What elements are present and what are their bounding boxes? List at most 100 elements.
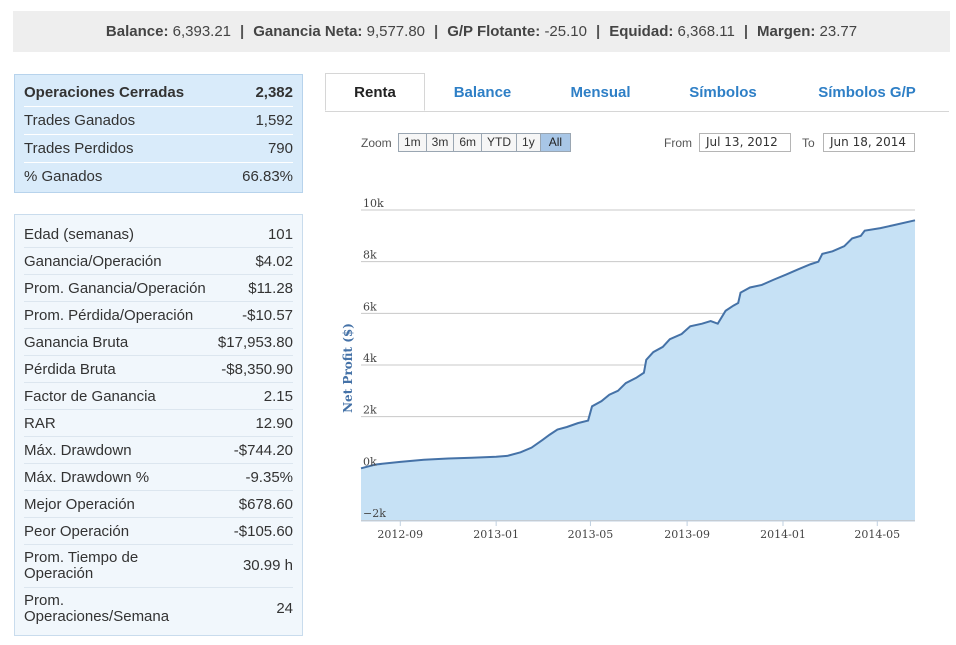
y-tick-label: 6k (363, 300, 377, 313)
profit-area (361, 220, 915, 521)
stat-row: Prom. Operaciones/Semana 24 (24, 588, 293, 630)
floating-pl-label: G/P Flotante: (447, 23, 541, 40)
stat-value: 12.90 (255, 414, 293, 432)
y-tick-label: 10k (363, 197, 384, 210)
stat-row: Ganancia Bruta $17,953.80 (24, 329, 293, 356)
x-tick-label: 2013-05 (568, 528, 614, 541)
floating-pl-value: -25.10 (544, 23, 587, 40)
stat-value: -$105.60 (233, 522, 293, 540)
stat-value: 2,382 (255, 84, 293, 101)
stat-label: Ganancia/Operación (24, 252, 162, 270)
stat-value: $4.02 (255, 252, 293, 270)
stat-row: Prom. Tiempo de Operación 30.99 h (24, 545, 293, 588)
zoom-range-selector: 1m 3m 6m YTD 1y All (398, 133, 572, 152)
tab-balance[interactable]: Balance (435, 73, 530, 111)
stat-value: 30.99 h (242, 557, 293, 574)
zoom-1m-button[interactable]: 1m (399, 134, 427, 151)
to-label: To (802, 136, 815, 150)
from-date-input[interactable]: Jul 13, 2012 (699, 133, 791, 152)
equity-label: Equidad: (609, 23, 674, 40)
stat-label: Máx. Drawdown (24, 441, 132, 459)
zoom-6m-button[interactable]: 6m (454, 134, 483, 151)
stat-label: Prom. Tiempo de Operación (24, 549, 139, 582)
margin-value: 23.77 (819, 23, 858, 40)
stat-value: 24 (276, 600, 293, 617)
x-tick-label: 2014-05 (854, 528, 900, 541)
stat-label: Prom. Operaciones/Semana (24, 592, 170, 625)
tab-renta[interactable]: Renta (325, 73, 425, 111)
stat-label: % Ganados (24, 168, 103, 185)
stat-value: $17,953.80 (217, 333, 293, 351)
net-gain-value: 9,577.80 (366, 23, 425, 40)
stat-label: Prom. Pérdida/Operación (24, 306, 194, 324)
from-label: From (664, 136, 692, 150)
trading-stats-panel: Edad (semanas) 101 Ganancia/Operación $4.0… (14, 214, 303, 636)
stat-row: RAR 12.90 (24, 410, 293, 437)
stat-row: Peor Operación -$105.60 (24, 518, 293, 545)
tab-mensual[interactable]: Mensual (553, 73, 648, 111)
separator: | (434, 23, 439, 40)
stat-value: $678.60 (238, 495, 293, 513)
y-tick-label: 8k (363, 249, 377, 262)
separator: | (595, 23, 601, 40)
stat-label: Pérdida Bruta (24, 360, 116, 378)
stat-value: -9.35% (245, 468, 293, 486)
stat-label: Peor Operación (24, 522, 130, 540)
zoom-3m-button[interactable]: 3m (426, 134, 455, 151)
stat-row: Máx. Drawdown -$744.20 (24, 437, 293, 464)
stat-value: $11.28 (248, 279, 293, 297)
stat-label: RAR (24, 414, 56, 432)
stat-value: -$744.20 (233, 441, 293, 459)
x-tick-label: 2013-09 (664, 528, 710, 541)
y-tick-label: 0k (363, 455, 377, 468)
separator: | (240, 23, 245, 40)
stat-value: 101 (267, 225, 293, 243)
stat-row: % Ganados 66.83% (24, 163, 293, 190)
y-tick-label: 4k (363, 352, 377, 365)
zoom-1y-button[interactable]: 1y (517, 134, 541, 151)
y-axis-title: Net Profit ($) (341, 323, 355, 413)
chart-tabs: Renta Balance Mensual Símbolos Símbolos … (325, 73, 949, 112)
x-tick-label: 2014-01 (760, 528, 806, 541)
zoom-label: Zoom (361, 136, 392, 150)
stat-row: Operaciones Cerradas 2,382 (24, 79, 293, 107)
stat-row: Mejor Operación $678.60 (24, 491, 293, 518)
balance-value: 6,393.21 (172, 23, 232, 40)
stat-label: Máx. Drawdown % (24, 468, 150, 486)
stat-label: Ganancia Bruta (24, 333, 129, 351)
stat-row: Ganancia/Operación $4.02 (24, 248, 293, 275)
equity-value: 6,368.11 (677, 23, 735, 40)
account-summary-bar: Balance: 6,393.21 | Ganancia Neta: 9,577… (13, 11, 950, 52)
stat-value: 790 (267, 140, 293, 157)
stat-label: Trades Perdidos (24, 140, 134, 157)
stat-row: Trades Perdidos 790 (24, 135, 293, 163)
zoom-all-button[interactable]: All (540, 134, 571, 151)
stat-value: 1,592 (255, 112, 293, 129)
zoom-ytd-button[interactable]: YTD (482, 134, 518, 151)
stat-row: Prom. Ganancia/Operación $11.28 (24, 275, 293, 302)
stat-row: Trades Ganados 1,592 (24, 107, 293, 135)
stat-value: -$8,350.90 (221, 360, 293, 378)
margin-label: Margen: (757, 23, 816, 40)
stat-value: -$10.57 (242, 306, 293, 324)
to-date-input[interactable]: Jun 18, 2014 (823, 133, 915, 152)
y-tick-label: 2k (363, 404, 377, 417)
stat-label: Trades Ganados (24, 112, 136, 129)
stat-label: Edad (semanas) (24, 225, 135, 243)
x-tick-label: 2013-01 (473, 528, 519, 541)
y-tick-label: −2k (363, 507, 386, 520)
stat-label: Operaciones Cerradas (24, 84, 185, 101)
tab-simbolos[interactable]: Símbolos (673, 73, 773, 111)
net-gain-label: Ganancia Neta: (253, 23, 363, 40)
x-tick-label: 2012-09 (377, 528, 423, 541)
stat-label: Factor de Ganancia (24, 387, 156, 405)
stat-row: Factor de Ganancia 2.15 (24, 383, 293, 410)
stat-row: Pérdida Bruta -$8,350.90 (24, 356, 293, 383)
stat-row: Prom. Pérdida/Operación -$10.57 (24, 302, 293, 329)
stat-value: 2.15 (263, 387, 293, 405)
stat-row: Máx. Drawdown % -9.35% (24, 464, 293, 491)
tab-simbolos-gp[interactable]: Símbolos G/P (807, 73, 927, 111)
net-profit-chart: −2k 0k 2k 4k 6k 8k 10k 2012-09 2013-01 2013-05 20… (341, 197, 916, 541)
closed-trades-panel: Operaciones Cerradas 2,382 Trades Ganados… (14, 74, 303, 193)
stat-row: Edad (semanas) 101 (24, 221, 293, 248)
